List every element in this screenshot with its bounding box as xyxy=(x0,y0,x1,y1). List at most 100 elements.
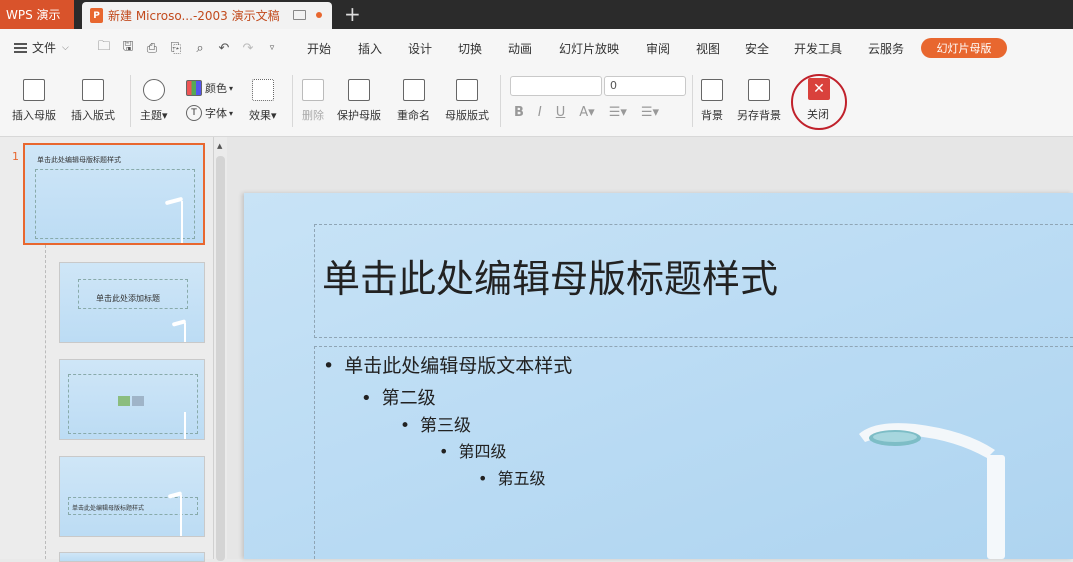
tab-view[interactable]: 视图 xyxy=(696,40,720,57)
ribbon-toolbar: 插入母版 插入版式 主题▾ 颜色 ▾ T 字体 ▾ 效果▾ 删除 保护母版 重命名 … xyxy=(0,67,1073,137)
master-layout-button[interactable]: 母版版式 xyxy=(445,79,489,123)
tab-cloud[interactable]: 云服务 xyxy=(868,40,904,57)
tab-insert[interactable]: 插入 xyxy=(358,40,382,57)
bullet-icon: • xyxy=(400,416,411,436)
protect-master-button[interactable]: 保护母版 xyxy=(337,79,381,123)
thumbnail-layout-section[interactable]: 单击此处编辑母版标题样式 xyxy=(59,456,205,537)
menu-bar: 文件 ⌵ 🗀 🖫 ⎙ ⎘ ⌕ ↶ ↷ ▿ 开始 插入 设计 切换 动画 幻灯片放… xyxy=(0,29,1073,67)
app-tab[interactable]: WPS 演示 xyxy=(0,0,74,29)
presentation-icon: P xyxy=(90,8,103,23)
title-bar: WPS 演示 P 新建 Microso...-2003 演示文稿 + xyxy=(0,0,1073,29)
theme-button[interactable]: 主题▾ xyxy=(140,79,168,123)
layout-connector xyxy=(45,245,46,559)
thumbnail-title: 单击此处编辑母版标题样式 xyxy=(72,505,145,512)
document-tab-label: 新建 Microso...-2003 演示文稿 xyxy=(108,9,280,23)
bullet-icon: • xyxy=(478,469,488,488)
insert-master-label: 插入母版 xyxy=(12,109,56,122)
thumbnail-master[interactable]: 单击此处编辑母版标题样式 xyxy=(23,143,205,245)
unsaved-dot-icon[interactable] xyxy=(316,12,322,18)
text-level-3: • 第三级 xyxy=(400,416,472,436)
color-button[interactable]: 颜色 ▾ xyxy=(186,80,233,96)
save-icon[interactable]: 🖫 xyxy=(118,38,138,58)
document-tab[interactable]: P 新建 Microso...-2003 演示文稿 xyxy=(82,2,332,29)
redo-icon[interactable]: ↷ xyxy=(238,38,258,58)
insert-master-icon xyxy=(23,79,45,101)
separator xyxy=(130,75,131,127)
customize-icon[interactable]: ▿ xyxy=(262,38,282,58)
bold-icon[interactable]: B xyxy=(514,105,524,120)
format-controls: B I U A▾ ☰▾ ☰▾ xyxy=(514,105,673,120)
text-level-2: • 第二级 xyxy=(361,388,436,409)
new-tab-button[interactable]: + xyxy=(344,3,361,25)
effect-icon xyxy=(251,79,274,101)
close-label: 关闭 xyxy=(807,108,829,121)
print-preview-icon[interactable]: ⌕ xyxy=(190,38,210,58)
export-pdf-icon[interactable]: ⎙ xyxy=(142,38,162,58)
protect-master-icon xyxy=(348,79,370,101)
print-icon[interactable]: ⎘ xyxy=(166,38,186,58)
close-master-button[interactable]: 关闭 xyxy=(807,106,829,122)
bullet-list-icon[interactable]: ☰▾ xyxy=(609,105,627,120)
close-icon[interactable]: ✕ xyxy=(808,78,830,100)
background-label: 背景 xyxy=(701,109,723,122)
separator xyxy=(292,75,293,127)
font-button[interactable]: T 字体 ▾ xyxy=(186,105,233,121)
scrollbar-thumb[interactable] xyxy=(216,156,225,561)
thumbnail-pole xyxy=(184,323,186,342)
insert-layout-button[interactable]: 插入版式 xyxy=(71,79,115,123)
tab-slideshow[interactable]: 幻灯片放映 xyxy=(559,40,619,57)
save-background-icon xyxy=(748,79,770,101)
bullet-icon: • xyxy=(439,442,449,461)
file-menu-label: 文件 xyxy=(32,41,57,55)
tab-animation[interactable]: 动画 xyxy=(508,40,532,57)
rename-button[interactable]: 重命名 xyxy=(397,79,430,123)
file-menu-button[interactable]: 文件 ⌵ xyxy=(14,39,69,56)
tab-slide-master[interactable]: 幻灯片母版 xyxy=(921,38,1007,58)
background-button[interactable]: 背景 xyxy=(701,79,723,123)
underline-icon[interactable]: U xyxy=(556,105,566,120)
thumbnail-body-placeholder xyxy=(35,169,195,239)
italic-icon[interactable]: I xyxy=(538,105,542,120)
insert-master-button[interactable]: 插入母版 xyxy=(12,79,56,123)
font-name-select[interactable] xyxy=(510,76,602,96)
slide-title: 单击此处编辑母版标题样式 xyxy=(322,257,779,301)
undo-icon[interactable]: ↶ xyxy=(214,38,234,58)
theme-label: 主题▾ xyxy=(140,109,168,122)
thumbnail-title: 单击此处编辑母版标题样式 xyxy=(37,156,121,164)
quick-access-toolbar: 🗀 🖫 ⎙ ⎘ ⌕ ↶ ↷ ▿ xyxy=(94,38,286,58)
tab-security[interactable]: 安全 xyxy=(745,40,769,57)
tab-start[interactable]: 开始 xyxy=(307,40,331,57)
palette-icon xyxy=(142,79,165,101)
font-color-icon[interactable]: A▾ xyxy=(579,105,594,120)
thumbnail-layout-title[interactable]: 单击此处添加标题 xyxy=(59,262,205,343)
effect-button[interactable]: 效果▾ xyxy=(249,79,277,123)
bullet-icon: • xyxy=(361,388,372,409)
delete-icon xyxy=(302,79,324,101)
thumbnail-layout-next[interactable] xyxy=(59,552,205,562)
insert-layout-icon xyxy=(82,79,104,101)
tab-review[interactable]: 审阅 xyxy=(646,40,670,57)
delete-label: 删除 xyxy=(302,109,324,122)
numbered-list-icon[interactable]: ☰▾ xyxy=(641,105,659,120)
chart-icon xyxy=(118,396,130,406)
slide-number: 1 xyxy=(12,150,19,163)
text-level-4: • 第四级 xyxy=(439,442,507,461)
monitor-icon[interactable] xyxy=(293,10,306,20)
bullet-icon: • xyxy=(323,355,335,377)
open-folder-icon[interactable]: 🗀 xyxy=(94,38,114,58)
tab-design[interactable]: 设计 xyxy=(408,40,432,57)
tab-transition[interactable]: 切换 xyxy=(458,40,482,57)
scroll-up-icon[interactable]: ▲ xyxy=(217,142,222,150)
color-label: 颜色 xyxy=(205,82,227,95)
delete-button[interactable]: 删除 xyxy=(302,79,324,123)
text-level-1: • 单击此处编辑母版文本样式 xyxy=(323,355,573,377)
protect-master-label: 保护母版 xyxy=(337,109,381,122)
save-background-button[interactable]: 另存背景 xyxy=(737,79,781,123)
master-layout-label: 母版版式 xyxy=(445,109,489,122)
thumbnail-layout-content[interactable] xyxy=(59,359,205,440)
rename-label: 重命名 xyxy=(397,109,430,122)
font-size-select[interactable]: 0 xyxy=(604,76,686,96)
master-layout-icon xyxy=(456,79,478,101)
color-swatch-icon xyxy=(186,80,202,96)
tab-developer[interactable]: 开发工具 xyxy=(794,40,842,57)
